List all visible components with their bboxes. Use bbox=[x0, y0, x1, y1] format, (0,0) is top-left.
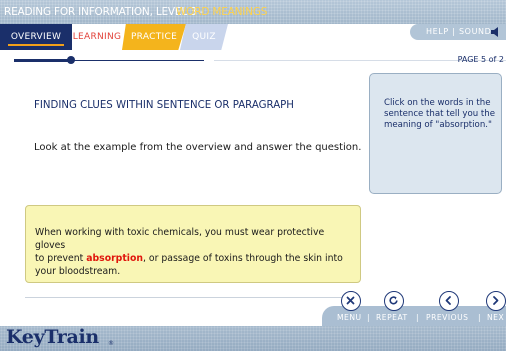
arrow-right-icon bbox=[493, 296, 499, 305]
tab-learning[interactable]: LEARNING bbox=[72, 24, 122, 50]
instruction-text: Look at the example from the overview an… bbox=[34, 142, 362, 153]
utility-separator: | bbox=[452, 27, 455, 36]
prompt-panel bbox=[369, 73, 502, 194]
help-link[interactable]: HELP bbox=[426, 27, 449, 36]
sentence-line-1[interactable]: When working with toxic chemicals, you m… bbox=[35, 227, 324, 251]
prompt-text: Click on the words in the sentence that … bbox=[384, 98, 496, 130]
brand-logo: KeyTrain bbox=[6, 326, 99, 348]
repeat-label[interactable]: REPEAT bbox=[376, 313, 408, 322]
divider bbox=[25, 297, 343, 298]
example-sentence: When working with toxic chemicals, you m… bbox=[35, 226, 355, 278]
menu-button[interactable] bbox=[341, 291, 361, 311]
tab-practice[interactable]: PRACTICE bbox=[122, 24, 186, 50]
progress-fill bbox=[14, 59, 71, 62]
nav-separator: | bbox=[478, 313, 481, 322]
previous-button[interactable] bbox=[439, 291, 459, 311]
sentence-line-3[interactable]: your bloodstream. bbox=[35, 266, 120, 277]
nav-separator: | bbox=[367, 313, 370, 322]
sentence-line-2-end[interactable]: , or passage of toxins through the skin … bbox=[143, 253, 343, 264]
highlighted-word[interactable]: absorption bbox=[86, 253, 143, 264]
progress-marker bbox=[67, 56, 75, 64]
speaker-icon[interactable] bbox=[491, 27, 499, 37]
previous-label[interactable]: PREVIOUS bbox=[426, 313, 468, 322]
page-heading: FINDING CLUES WITHIN SENTENCE OR PARAGRA… bbox=[34, 100, 294, 111]
course-topic: WORD MEANINGS bbox=[176, 6, 268, 18]
tab-quiz[interactable]: QUIZ bbox=[180, 24, 228, 50]
sound-toggle[interactable]: SOUND bbox=[459, 27, 491, 36]
close-x-icon bbox=[346, 296, 355, 305]
menu-label[interactable]: MENU bbox=[337, 313, 362, 322]
tab-overview[interactable]: OVERVIEW bbox=[0, 24, 72, 50]
registered-mark: ® bbox=[108, 340, 114, 347]
next-button[interactable] bbox=[486, 291, 506, 311]
nav-separator: | bbox=[416, 313, 419, 322]
page-indicator: PAGE 5 of 2 bbox=[457, 55, 504, 64]
repeat-button[interactable] bbox=[384, 291, 404, 311]
repeat-icon bbox=[389, 296, 398, 305]
next-label[interactable]: NEX bbox=[487, 313, 504, 322]
sentence-line-2-start[interactable]: to prevent bbox=[35, 253, 86, 264]
course-title: READING FOR INFORMATION, LEVEL 3 - bbox=[4, 6, 204, 18]
arrow-left-icon bbox=[445, 296, 451, 305]
